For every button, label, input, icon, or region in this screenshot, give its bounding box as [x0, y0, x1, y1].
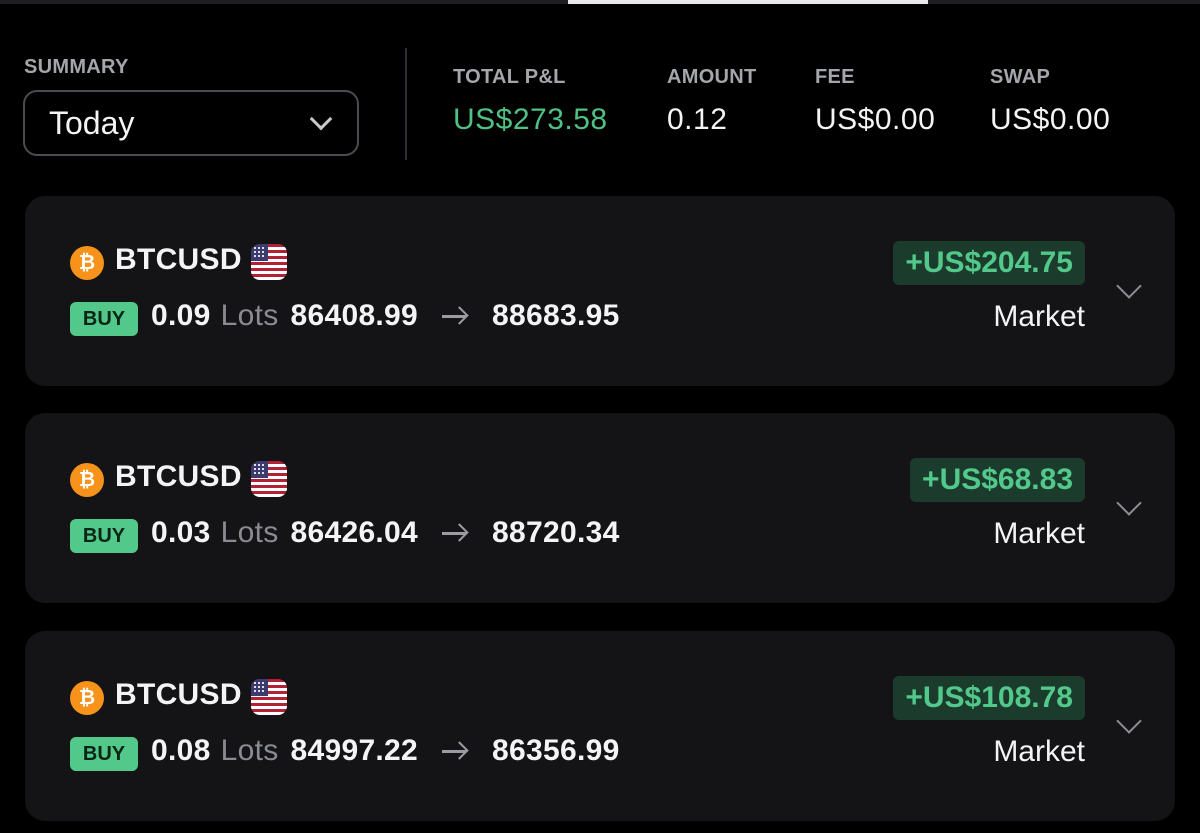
- period-select[interactable]: Today: [23, 90, 359, 156]
- expand-button[interactable]: [1111, 707, 1147, 743]
- us-flag-icon: [251, 461, 287, 497]
- trade-card[interactable]: ₿ BTCUSD BUY 0.03 Lots 86426.04 88720.34…: [25, 413, 1175, 603]
- trade-unit: Lots: [220, 734, 279, 767]
- bitcoin-icon: ₿: [70, 463, 104, 497]
- stat-fee: FEE US$0.00: [815, 66, 935, 137]
- side-badge: BUY: [70, 737, 138, 771]
- trade-qty: 0.09: [151, 299, 211, 332]
- side-badge: BUY: [70, 302, 138, 336]
- us-flag-icon: [251, 679, 287, 715]
- period-select-value: Today: [49, 104, 135, 141]
- open-price: 86426.04: [290, 516, 419, 549]
- open-price: 84997.22: [290, 734, 419, 767]
- order-type: Market: [993, 735, 1085, 768]
- bitcoin-icon: ₿: [70, 681, 104, 715]
- trade-symbol: BTCUSD: [115, 460, 242, 493]
- stat-label: TOTAL P&L: [453, 66, 566, 88]
- stat-amount: AMOUNT 0.12: [667, 66, 757, 137]
- trade-details: 0.08 Lots 84997.22 86356.99: [151, 734, 620, 768]
- stat-value: US$0.00: [815, 103, 936, 136]
- close-price: 86356.99: [492, 734, 620, 767]
- order-type: Market: [993, 300, 1085, 333]
- trade-unit: Lots: [220, 299, 279, 332]
- pnl-badge: +US$108.78: [893, 676, 1085, 720]
- trade-card[interactable]: ₿ BTCUSD BUY 0.08 Lots 84997.22 86356.99…: [25, 631, 1175, 821]
- pnl-badge: +US$68.83: [910, 458, 1085, 502]
- trade-details: 0.03 Lots 86426.04 88720.34: [151, 516, 620, 550]
- expand-button[interactable]: [1111, 272, 1147, 308]
- trade-details: 0.09 Lots 86408.99 88683.95: [151, 299, 620, 333]
- trade-history-screen: SUMMARY Today TOTAL P&L US$273.58 AMOUNT…: [0, 0, 1200, 833]
- summary-divider: [405, 48, 407, 160]
- arrow-right-icon: [442, 523, 469, 543]
- pnl-badge: +US$204.75: [893, 241, 1085, 285]
- trade-qty: 0.03: [151, 516, 211, 549]
- side-badge: BUY: [70, 519, 138, 553]
- us-flag-icon: [251, 244, 287, 280]
- chevron-down-icon: [309, 107, 333, 131]
- trade-card[interactable]: ₿ BTCUSD BUY 0.09 Lots 86408.99 88683.95…: [25, 196, 1175, 386]
- expand-button[interactable]: [1111, 489, 1147, 525]
- stat-label: AMOUNT: [667, 66, 757, 88]
- chevron-down-icon: [1116, 490, 1142, 516]
- arrow-right-icon: [442, 306, 469, 326]
- chevron-down-icon: [1116, 273, 1142, 299]
- stat-value: US$0.00: [990, 103, 1111, 136]
- stat-value: 0.12: [667, 103, 728, 136]
- summary-label: SUMMARY: [24, 56, 129, 78]
- close-price: 88683.95: [492, 299, 620, 332]
- arrow-right-icon: [442, 741, 469, 761]
- stat-value: US$273.58: [453, 103, 608, 136]
- close-price: 88720.34: [492, 516, 620, 549]
- trade-unit: Lots: [220, 516, 279, 549]
- stat-total-pnl: TOTAL P&L US$273.58: [453, 66, 608, 137]
- stat-label: FEE: [815, 66, 855, 88]
- open-price: 86408.99: [290, 299, 419, 332]
- stat-label: SWAP: [990, 66, 1051, 88]
- trade-symbol: BTCUSD: [115, 243, 242, 276]
- bitcoin-icon: ₿: [70, 246, 104, 280]
- trade-qty: 0.08: [151, 734, 211, 767]
- chevron-down-icon: [1116, 708, 1142, 734]
- order-type: Market: [993, 517, 1085, 550]
- active-tab-indicator: [568, 0, 928, 4]
- trade-symbol: BTCUSD: [115, 678, 242, 711]
- stat-swap: SWAP US$0.00: [990, 66, 1110, 137]
